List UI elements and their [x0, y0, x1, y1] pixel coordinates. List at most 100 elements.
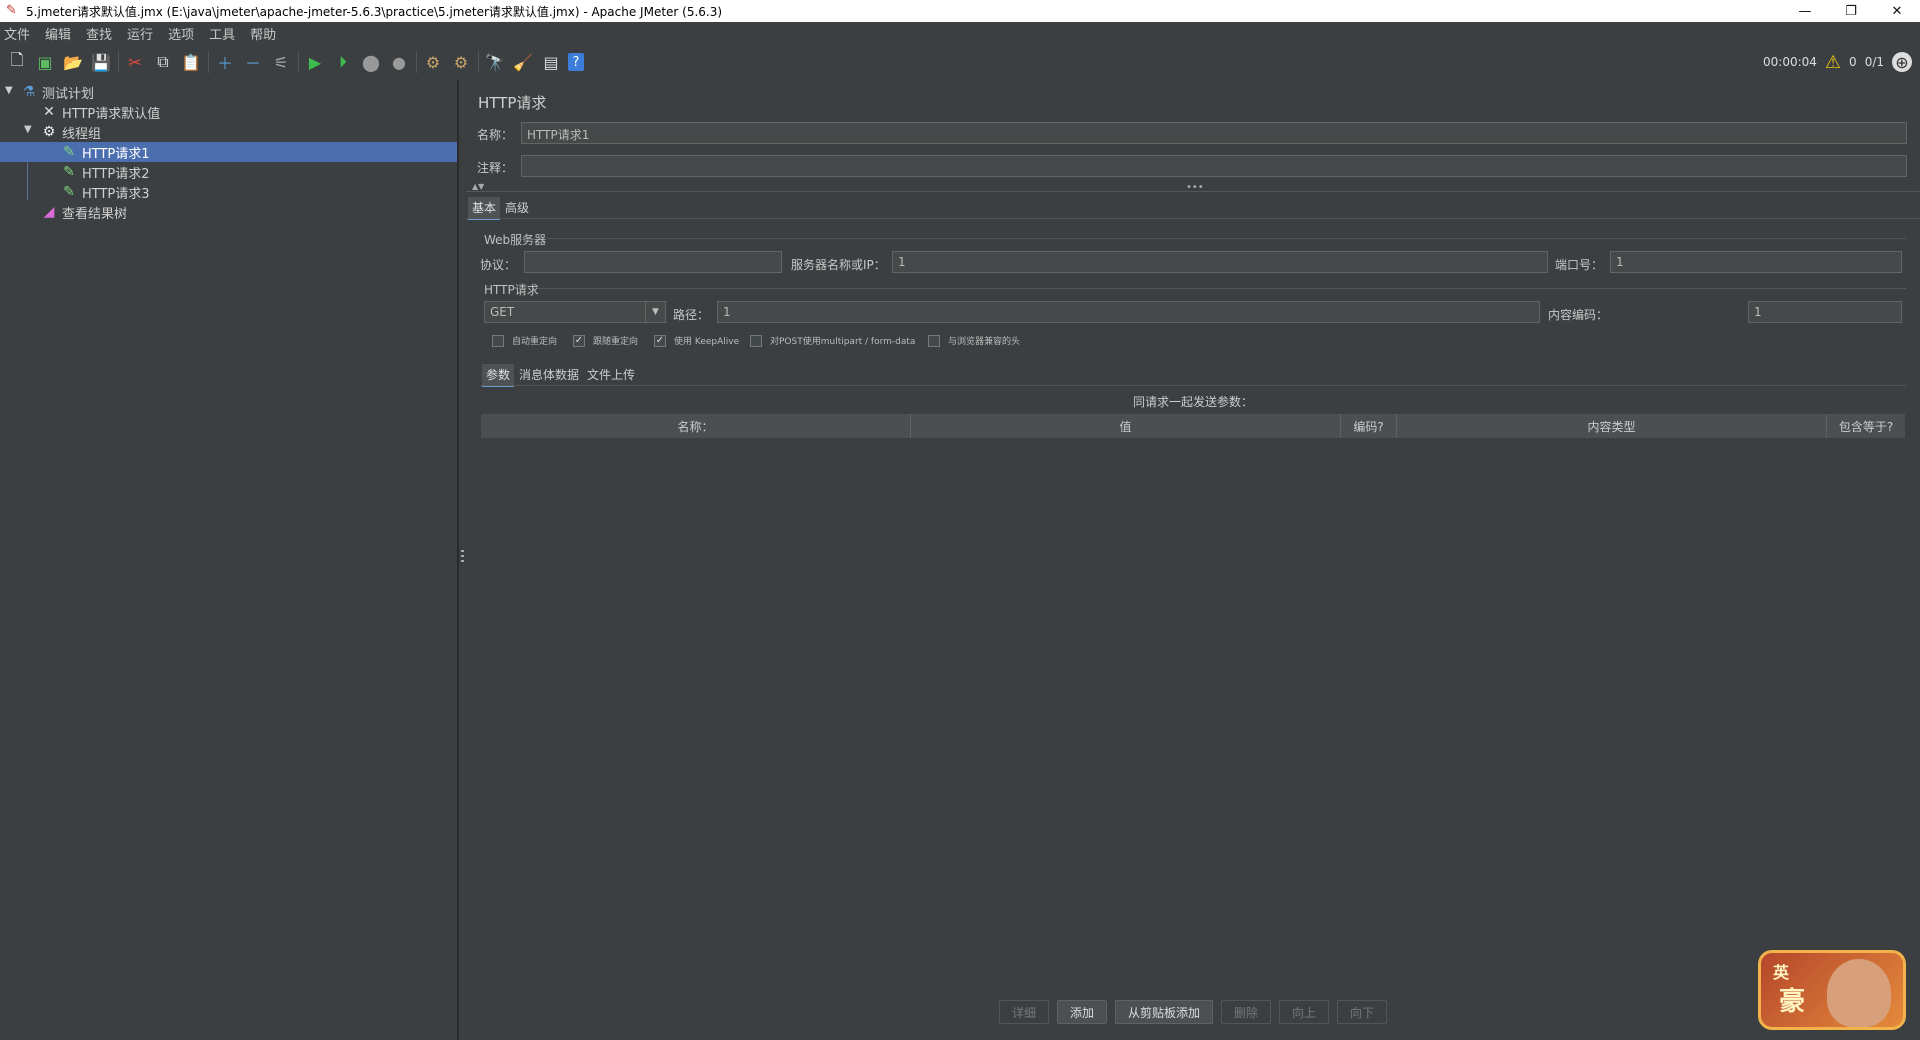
copy-icon[interactable]: ⧉	[152, 51, 174, 73]
run-status: 00:00:04 ⚠ 0 0/1 ⊕	[1763, 44, 1912, 80]
detail-button[interactable]: 详细	[998, 1000, 1049, 1024]
tree-node-http-defaults[interactable]: ✕ HTTP请求默认值	[40, 102, 160, 122]
shutdown-icon[interactable]: ●	[388, 51, 410, 73]
checkbox-multipart[interactable]: 对POST使用multipart / form-data	[750, 334, 915, 347]
checkbox-label: 自动重定向	[512, 337, 558, 347]
warning-count: 0	[1849, 55, 1857, 69]
remote-engines-icon[interactable]: ⊕	[1892, 52, 1912, 72]
minimize-button[interactable]: —	[1782, 0, 1828, 22]
checkbox-browser-compatible-headers[interactable]: 与浏览器兼容的头	[928, 334, 1020, 347]
column-header-content-type[interactable]: 内容类型	[1397, 414, 1827, 438]
overlay-badge[interactable]: 英 豪	[1758, 950, 1906, 1030]
section-divider	[546, 238, 1906, 239]
checkbox-box[interactable]	[928, 334, 940, 347]
menu-file[interactable]: 文件	[4, 24, 30, 43]
tree-node-label: HTTP请求默认值	[62, 106, 161, 122]
toolbar-separator	[478, 51, 479, 73]
params-caption: 同请求一起发送参数：	[1132, 395, 1253, 409]
tree-node-http-request-1[interactable]: ✎ HTTP请求1	[0, 142, 457, 162]
tree-node-thread-group[interactable]: ⚙ 线程组	[40, 122, 101, 142]
tree-node-http-request-2[interactable]: ✎ HTTP请求2	[60, 162, 149, 182]
menu-edit[interactable]: 编辑	[45, 24, 71, 43]
templates-icon[interactable]: ▣	[34, 51, 56, 73]
expand-icon[interactable]: ＋	[214, 51, 236, 73]
close-button[interactable]: ✕	[1874, 0, 1920, 22]
clear-all-icon[interactable]: ⚙	[450, 51, 472, 73]
checkbox-auto-redirect[interactable]: 自动重定向	[492, 334, 557, 347]
protocol-label: 协议：	[480, 258, 517, 272]
save-icon[interactable]: 💾	[90, 51, 112, 73]
pipette-icon: ✎	[63, 184, 75, 200]
tab-file-upload[interactable]: 文件上传	[583, 364, 639, 385]
paste-icon[interactable]: 📋	[180, 51, 202, 73]
collapse-icon[interactable]: －	[242, 51, 264, 73]
toolbar: 🗋 ▣ 📂 💾 ✂ ⧉ 📋 ＋ － ⚟ ▶ ⏵ ⬤ ● ⚙ ⚙ 🔭 🧹 ▤ ? …	[0, 44, 1920, 80]
add-from-clipboard-button[interactable]: 从剪贴板添加	[1114, 1000, 1213, 1024]
menu-tools[interactable]: 工具	[209, 24, 235, 43]
move-down-button[interactable]: 向下	[1337, 1000, 1388, 1024]
comment-field[interactable]	[521, 155, 1907, 177]
toggle-icon[interactable]: ⚟	[270, 51, 292, 73]
help-icon[interactable]: ?	[568, 53, 584, 71]
path-field[interactable]: 1	[717, 301, 1540, 323]
column-header-encode[interactable]: 编码?	[1341, 414, 1397, 438]
toolbar-separator	[416, 51, 417, 73]
name-field[interactable]: HTTP请求1	[521, 122, 1907, 144]
clear-icon[interactable]: ⚙	[422, 51, 444, 73]
badge-text-1: 英	[1773, 963, 1790, 982]
tab-advanced[interactable]: 高级	[501, 197, 533, 218]
name-label: 名称：	[477, 128, 514, 142]
protocol-field[interactable]	[524, 251, 782, 273]
menu-run[interactable]: 运行	[127, 24, 153, 43]
tree-node-test-plan[interactable]: ⚗ 测试计划	[20, 82, 94, 102]
checkbox-follow-redirects[interactable]: ✓ 跟随重定向	[573, 334, 638, 347]
menu-options[interactable]: 选项	[168, 24, 194, 43]
port-field[interactable]: 1	[1610, 251, 1902, 273]
start-icon[interactable]: ▶	[304, 51, 326, 73]
reset-search-icon[interactable]: 🧹	[512, 51, 534, 73]
checkbox-box[interactable]: ✓	[573, 334, 585, 347]
checkbox-box[interactable]	[750, 334, 762, 347]
move-up-button[interactable]: 向上	[1279, 1000, 1330, 1024]
comment-label: 注释：	[477, 161, 514, 175]
tree-node-view-results-tree[interactable]: ◢ 查看结果树	[40, 202, 127, 222]
tab-body-data[interactable]: 消息体数据	[515, 364, 583, 385]
server-label: 服务器名称或IP：	[791, 258, 886, 272]
tab-basic[interactable]: 基本	[468, 197, 501, 220]
encoding-field[interactable]: 1	[1748, 301, 1902, 323]
stop-icon[interactable]: ⬤	[360, 51, 382, 73]
maximize-button[interactable]: ❐	[1828, 0, 1874, 22]
column-header-value[interactable]: 值	[911, 414, 1341, 438]
search-icon[interactable]: 🔭	[484, 51, 506, 73]
checkbox-keepalive[interactable]: ✓ 使用 KeepAlive	[654, 334, 739, 347]
tab-parameters[interactable]: 参数	[482, 364, 515, 387]
menu-help[interactable]: 帮助	[250, 24, 276, 43]
new-icon[interactable]: 🗋	[6, 50, 28, 73]
tree-node-http-request-3[interactable]: ✎ HTTP请求3	[60, 182, 149, 202]
chevron-down-icon[interactable]: ▼	[5, 85, 13, 96]
start-no-pauses-icon[interactable]: ⏵	[332, 51, 354, 73]
column-header-name[interactable]: 名称：	[481, 414, 911, 438]
chevron-down-icon[interactable]: ▼	[645, 302, 665, 322]
menu-search[interactable]: 查找	[86, 24, 112, 43]
collapse-arrows-icon[interactable]: ▲▼	[472, 182, 484, 191]
toolbar-separator	[118, 51, 119, 73]
delete-button[interactable]: 删除	[1221, 1000, 1272, 1024]
warning-icon[interactable]: ⚠	[1825, 52, 1841, 73]
method-select[interactable]: GET ▼	[484, 301, 666, 323]
add-button[interactable]: 添加	[1056, 1000, 1107, 1024]
cut-icon[interactable]: ✂	[124, 51, 146, 73]
tab-underline	[466, 218, 1920, 219]
chevron-down-icon[interactable]: ▼	[24, 124, 32, 135]
column-header-include-equals[interactable]: 包含等于?	[1827, 414, 1905, 438]
checkbox-box[interactable]	[492, 334, 504, 347]
open-icon[interactable]: 📂	[62, 51, 84, 73]
pipette-icon: ✎	[63, 164, 75, 180]
checkbox-box[interactable]: ✓	[654, 334, 666, 347]
method-value: GET	[490, 305, 515, 319]
portrait-image	[1827, 959, 1891, 1027]
splitter-grip[interactable]	[461, 550, 464, 564]
function-helper-icon[interactable]: ▤	[540, 51, 562, 73]
server-field[interactable]: 1	[892, 251, 1548, 273]
split-pane-divider[interactable]	[458, 80, 466, 1040]
